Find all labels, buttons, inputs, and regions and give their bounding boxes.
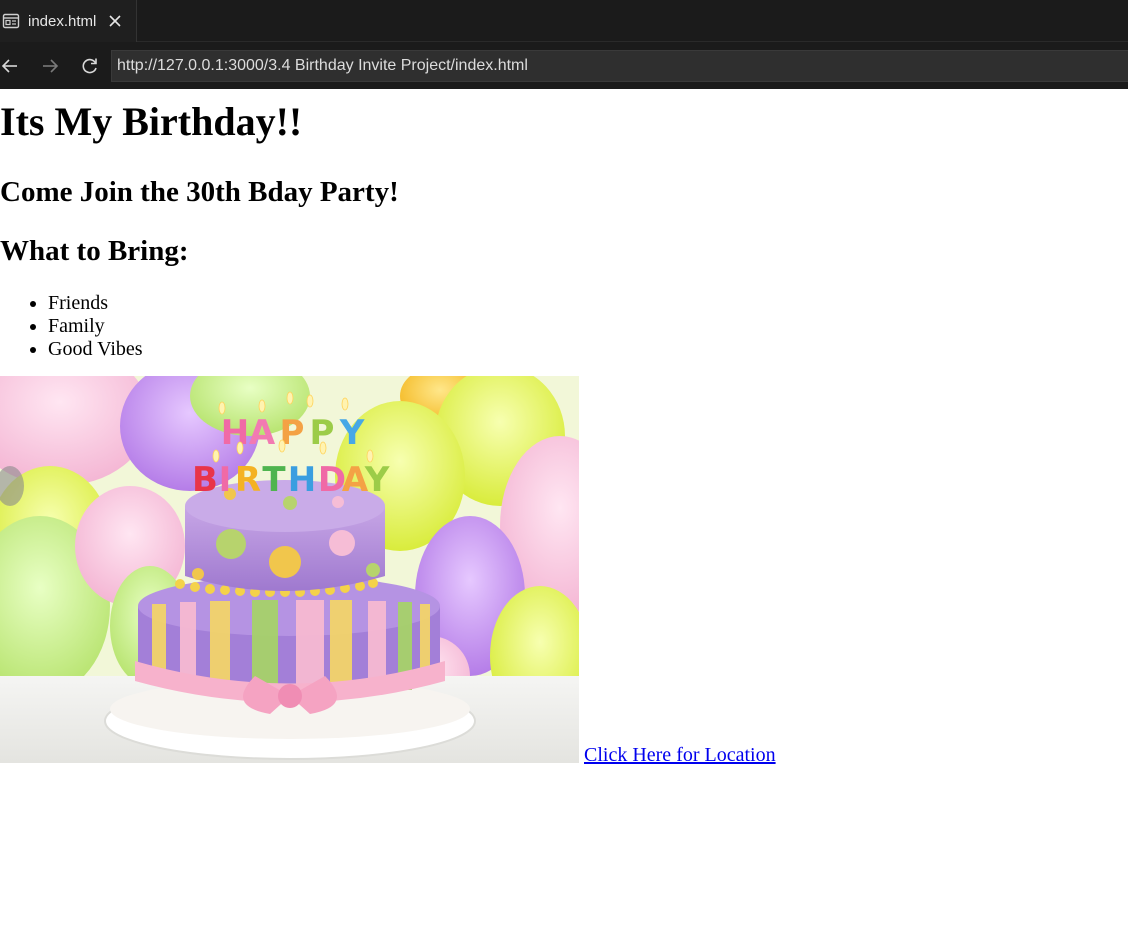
forward-arrow-icon[interactable] [36, 52, 64, 80]
address-bar[interactable] [111, 50, 1128, 82]
svg-text:B: B [192, 460, 218, 500]
photo-row: H A P P Y B I R T H D A Y Click Here for… [0, 376, 1128, 766]
navigation-bar [0, 42, 1128, 89]
back-arrow-icon[interactable] [0, 52, 24, 80]
bring-heading: What to Bring: [0, 235, 189, 267]
svg-text:I: I [219, 460, 232, 500]
party-subheading: Come Join the 30th Bday Party! [0, 176, 399, 208]
browser-tab[interactable]: index.html [0, 0, 137, 42]
tab-title: index.html [28, 12, 97, 30]
reload-icon[interactable] [76, 52, 104, 80]
bring-list: Friends Family Good Vibes [0, 292, 1128, 361]
svg-text:R: R [235, 460, 261, 500]
close-icon[interactable] [106, 12, 124, 30]
url-input[interactable] [117, 57, 1128, 75]
tab-bar: index.html [0, 0, 1128, 42]
list-item: Good Vibes [48, 338, 1128, 361]
svg-text:T: T [262, 460, 286, 500]
page-content: Its My Birthday!! Come Join the 30th Bda… [0, 99, 1128, 766]
svg-text:Y: Y [364, 460, 390, 500]
svg-text:H: H [221, 413, 249, 453]
page-preview-icon [2, 13, 20, 29]
location-link[interactable]: Click Here for Location [584, 744, 776, 766]
birthday-cake-photo: H A P P Y B I R T H D A Y [0, 376, 579, 763]
list-item: Family [48, 315, 1128, 338]
svg-text:Y: Y [339, 413, 365, 453]
svg-text:A: A [249, 413, 276, 453]
list-item: Friends [48, 292, 1128, 315]
svg-text:H: H [288, 460, 316, 500]
page-heading: Its My Birthday!! [0, 99, 303, 144]
